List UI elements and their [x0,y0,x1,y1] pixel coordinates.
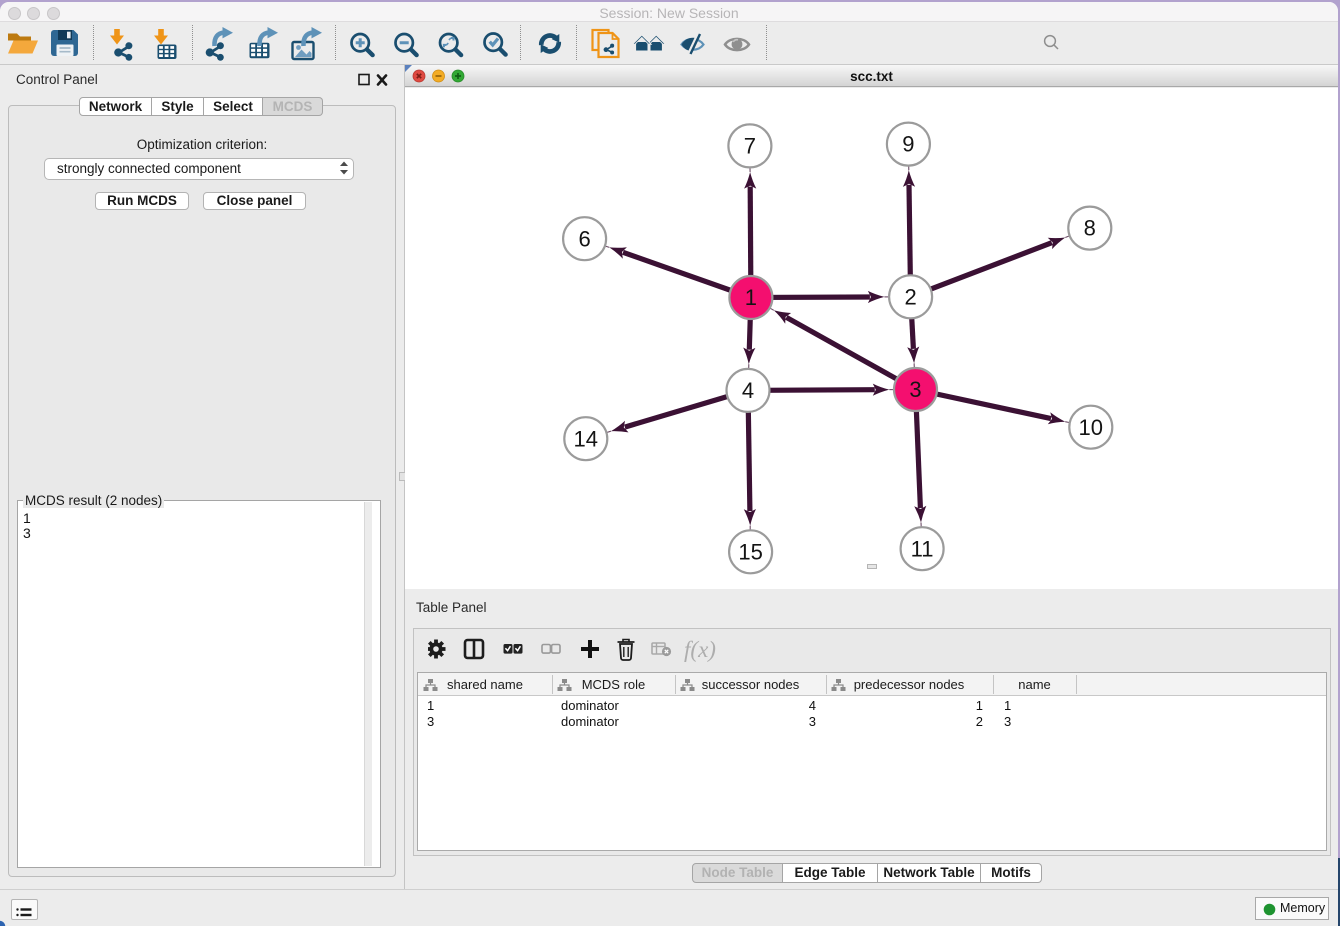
svg-text:9: 9 [902,132,914,157]
svg-text:6: 6 [578,226,590,251]
svg-text:2: 2 [904,284,916,309]
svg-text:15: 15 [738,539,762,564]
svg-text:1: 1 [745,285,757,310]
svg-text:10: 10 [1079,415,1103,440]
svg-text:7: 7 [744,134,756,159]
svg-text:4: 4 [742,378,754,403]
svg-text:8: 8 [1084,216,1096,241]
svg-text:f(x): f(x) [684,637,716,662]
svg-text:14: 14 [574,426,598,451]
svg-text:11: 11 [911,536,934,561]
svg-text:3: 3 [909,377,921,402]
